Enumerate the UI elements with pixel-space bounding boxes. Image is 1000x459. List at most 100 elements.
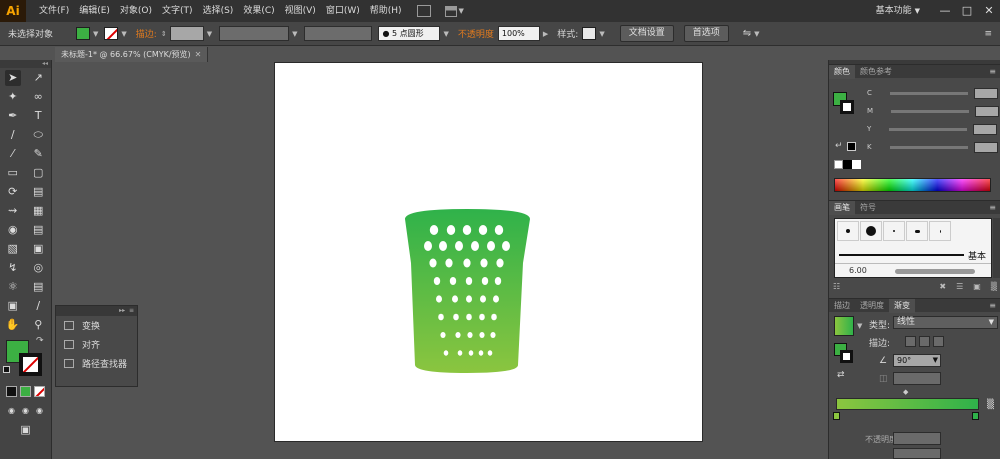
document-tab[interactable]: 未标题-1* @ 66.67% (CMYK/预览) ✕ [55,47,209,62]
brush-definition-field[interactable]: ● 5 点圆形 [378,26,441,41]
gradient-stroke-mode-1[interactable] [905,336,916,347]
opacity-field[interactable]: 100% [497,26,540,41]
out-of-gamut-icon[interactable]: ↵ [835,141,843,151]
floating-panel-header[interactable]: ▸▸ ≡ [56,306,137,316]
close-window-button[interactable]: ✕ [978,0,1000,22]
gradient-mode-button[interactable] [20,386,31,397]
gradient-type-select[interactable]: 线性 ▼ [893,316,998,329]
options-dropdown-icon[interactable]: ▼ [754,30,759,38]
type-tool-icon[interactable]: T [30,108,46,124]
menu-select[interactable]: 选择(S) [198,0,239,22]
brush-options-icon[interactable]: ☰ [956,282,963,294]
ellipse-tool-icon[interactable]: ⬭ [30,127,46,143]
scale-tool-icon[interactable]: ▤ [30,184,46,200]
hand-tool-icon[interactable]: ✋ [5,317,21,333]
gradient-stroke-swatch[interactable] [840,350,853,363]
gradient-midpoint-diamond[interactable]: ◆ [903,388,908,396]
brush-libraries-icon[interactable]: ☷ [833,282,840,294]
brush-panel-menu-icon[interactable]: ≡ [989,203,996,212]
gradient-opacity-field[interactable] [893,432,941,445]
arrange-documents-icon[interactable]: ▼ [444,5,464,17]
preferences-button[interactable]: 首选项 [683,25,729,42]
tab-gradient[interactable]: 渐变 [889,298,915,313]
remove-stroke-icon[interactable]: ✖ [939,282,946,294]
close-tab-icon[interactable]: ✕ [195,50,202,59]
menu-edit[interactable]: 编辑(E) [74,0,115,22]
brush-tiny-dot[interactable] [883,221,905,241]
tab-transparency[interactable]: 透明度 [855,299,889,313]
delete-brush-icon[interactable]: ▒ [991,282,997,294]
stroke-label[interactable]: 描边: [136,27,157,40]
control-bar-menu-icon[interactable]: ≡ [984,29,992,39]
eyedropper-tool-icon[interactable]: ↯ [5,260,21,276]
gradient-preview-swatch[interactable] [834,316,854,336]
selection-tool-icon[interactable]: ➤ [4,69,21,86]
menu-object[interactable]: 对象(O) [115,0,157,22]
stroke-weight-field[interactable] [169,26,204,41]
gradient-stroke-mode-3[interactable] [933,336,944,347]
graphic-style-swatch[interactable] [582,27,597,40]
none-mode-button[interactable] [34,386,45,397]
draw-behind-icon[interactable]: ◉ [20,405,31,416]
gradient-stop-left[interactable] [833,412,840,420]
yellow-field[interactable] [973,123,998,135]
blob-brush-tool-icon[interactable]: ▭ [5,165,21,181]
align-panel-item[interactable]: 对齐 [56,335,137,354]
shape-builder-tool-icon[interactable]: ◉ [5,222,21,238]
slice-tool-icon[interactable]: ∕ [30,298,46,314]
color-mode-button[interactable] [6,386,17,397]
brush-large-dot[interactable] [860,221,882,241]
black-slider[interactable] [889,145,968,149]
web-safe-swatch[interactable] [847,142,856,151]
width-tool-icon[interactable]: ⇝ [5,203,21,219]
tab-brushes[interactable]: 画笔 [829,200,855,215]
paintbrush-tool-icon[interactable]: ⁄ [5,146,21,162]
opacity-label[interactable]: 不透明度 [458,27,494,40]
none-swatch[interactable] [834,160,843,169]
gradient-aspect-field[interactable] [893,372,941,385]
menu-file[interactable]: 文件(F) [34,0,74,22]
gradient-panel-menu-icon[interactable]: ≡ [989,301,996,310]
tools-panel-grip[interactable]: ◂◂ [0,60,51,68]
panel-menu-icon[interactable]: ≡ [989,67,996,76]
eraser-tool-icon[interactable]: ▢ [30,165,46,181]
cyan-slider[interactable] [889,91,968,95]
rotate-tool-icon[interactable]: ⟳ [5,184,21,200]
fill-swatch[interactable] [76,27,90,40]
yellow-slider[interactable] [889,127,968,131]
tab-color[interactable]: 颜色 [829,64,855,79]
draw-normal-icon[interactable]: ◉ [6,405,17,416]
color-spectrum-ramp[interactable] [834,178,991,192]
pencil-tool-icon[interactable]: ✎ [30,146,46,162]
stroke-dropdown-icon[interactable]: ▼ [121,30,126,38]
menu-window[interactable]: 窗口(W) [321,0,365,22]
trash-basket[interactable] [405,209,530,373]
tab-color-guide[interactable]: 颜色参考 [855,65,897,79]
menu-view[interactable]: 视图(V) [280,0,321,22]
brush-scrollbar[interactable] [993,218,1000,278]
blend-tool-icon[interactable]: ◎ [30,260,46,276]
bridge-icon[interactable] [416,5,431,17]
screen-mode-icon[interactable]: ▣ [18,422,34,438]
style-dropdown-icon[interactable]: ▼ [599,30,604,38]
stroke-color-box[interactable] [19,353,42,376]
brush-small-dot[interactable] [837,221,859,241]
swap-fill-stroke-icon[interactable]: ↷ [36,336,44,346]
new-brush-icon[interactable]: ▣ [973,282,981,294]
gradient-stroke-mode-2[interactable] [919,336,930,347]
black-field[interactable] [973,141,998,153]
mesh-tool-icon[interactable]: ▧ [5,241,21,257]
profile-dropdown-icon[interactable]: ▼ [292,30,297,38]
magenta-slider[interactable] [891,109,970,113]
document-setup-button[interactable]: 文档设置 [619,25,674,42]
brush-calligraphic[interactable] [906,221,928,241]
options-icon[interactable]: ⇋ [743,28,751,39]
column-graph-tool-icon[interactable]: ▤ [30,279,46,295]
workspace-switcher[interactable]: 基本功能 ▼ [876,0,920,22]
pathfinder-panel-item[interactable]: 路径查找器 [56,354,137,373]
color-panel-stroke-swatch[interactable] [840,100,854,114]
tab-stroke[interactable]: 描边 [829,299,855,313]
direct-selection-tool-icon[interactable]: ↗ [30,70,46,86]
gradient-angle-field[interactable]: 90° ▼ [893,354,941,367]
opacity-dropdown-icon[interactable]: ▶ [543,30,548,38]
